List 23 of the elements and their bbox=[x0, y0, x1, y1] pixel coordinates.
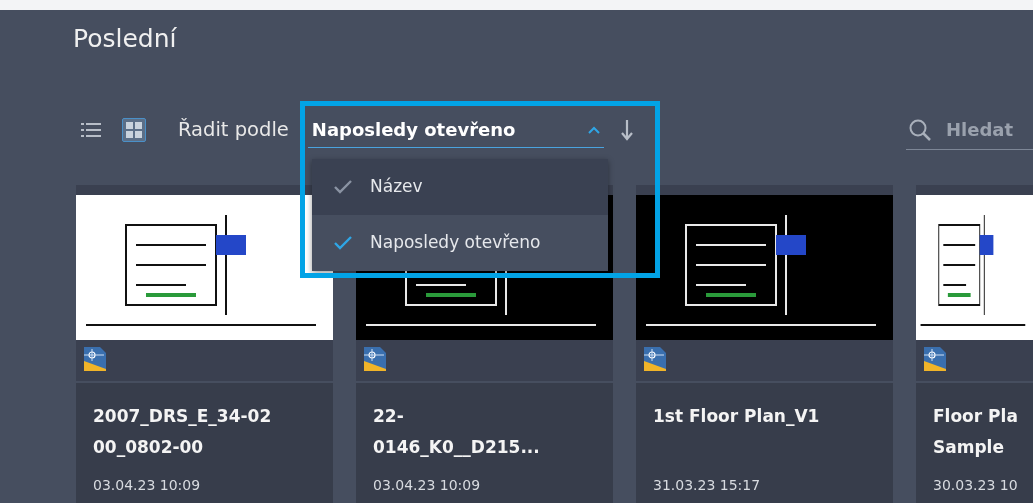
file-name: 2007_DRS_E_34-02 00_0802-00 bbox=[93, 405, 273, 459]
file-date: 03.04.23 10:09 bbox=[373, 476, 482, 495]
drawing-file-icon bbox=[364, 347, 386, 371]
page-title: Poslední bbox=[73, 24, 178, 54]
file-name: 22-0146_K0__D215... bbox=[373, 405, 541, 459]
drawing-file-icon bbox=[924, 347, 946, 371]
check-icon bbox=[334, 236, 352, 250]
drawing-file-icon bbox=[644, 347, 666, 371]
sort-dropdown[interactable]: Naposledy otevřeno bbox=[307, 112, 604, 148]
grid-view-button[interactable] bbox=[122, 118, 146, 142]
check-icon bbox=[334, 180, 352, 194]
search-field[interactable]: Hledat bbox=[946, 116, 1026, 143]
drawing-file-icon bbox=[84, 347, 106, 371]
file-date: 30.03.23 10 bbox=[933, 476, 1019, 495]
sort-label: Řadit podle bbox=[178, 117, 289, 144]
file-date: 03.04.23 10:09 bbox=[93, 476, 202, 495]
caret-icon bbox=[587, 125, 600, 134]
sort-option[interactable]: Název bbox=[312, 159, 608, 215]
file-name: Floor Pla Sample bbox=[933, 405, 1019, 459]
sort-option[interactable]: Naposledy otevřeno bbox=[312, 215, 608, 271]
file-name: 1st Floor Plan_V1 bbox=[653, 405, 821, 428]
search-icon bbox=[908, 117, 932, 142]
file-date: 31.03.23 15:17 bbox=[653, 476, 762, 495]
